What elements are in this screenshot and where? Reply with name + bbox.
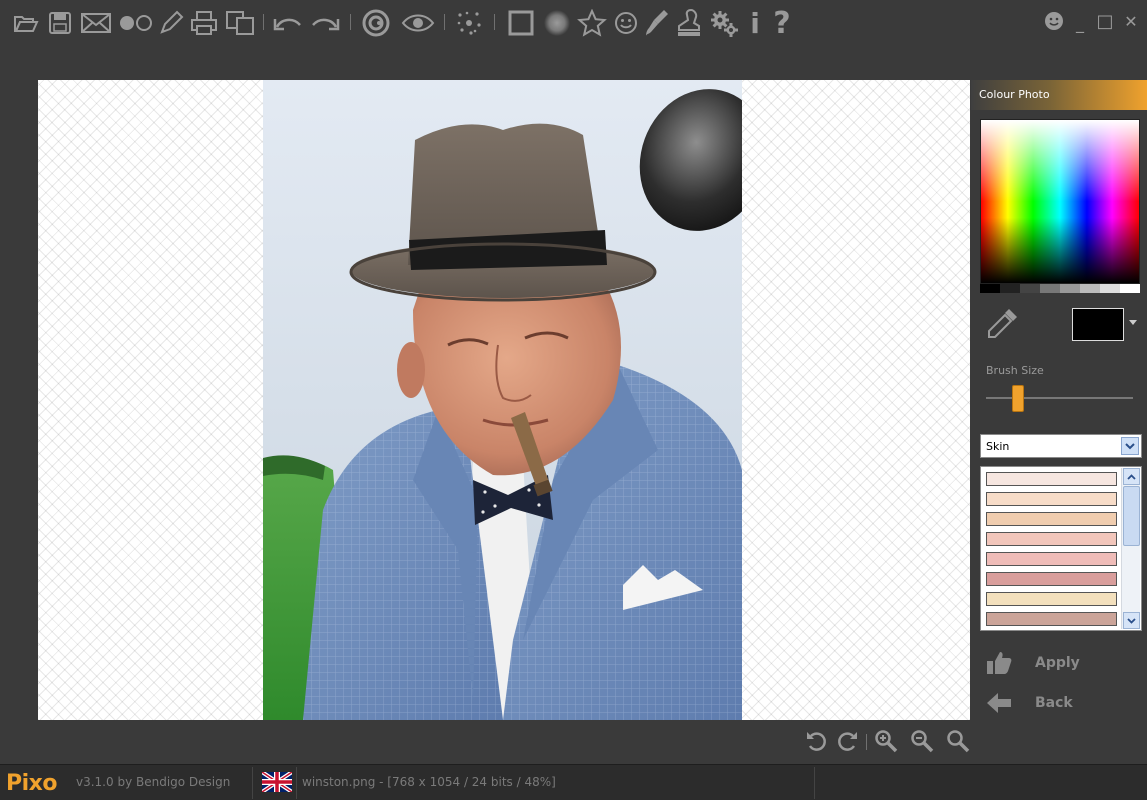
toolbar-separator <box>444 14 445 30</box>
palette-swatch[interactable] <box>986 532 1117 546</box>
panel-title: Colour Photo <box>971 80 1147 110</box>
gray-swatch[interactable] <box>1080 284 1100 293</box>
scroll-down-icon[interactable] <box>1123 612 1140 629</box>
app-logo: Pixo <box>6 771 57 796</box>
palette-swatch[interactable] <box>986 512 1117 526</box>
chevron-down-icon[interactable] <box>1129 320 1137 325</box>
gray-swatch[interactable] <box>1060 284 1080 293</box>
eye-icon[interactable] <box>400 8 436 38</box>
apply-button[interactable]: Apply <box>985 648 1080 678</box>
rotate-left-icon[interactable] <box>804 729 828 753</box>
info-icon[interactable]: i <box>744 7 766 40</box>
zoom-out-icon[interactable] <box>910 729 934 753</box>
spectrum-shade-layer <box>981 120 1139 283</box>
dropper-brush-icon[interactable] <box>643 8 671 38</box>
gray-swatch[interactable] <box>1040 284 1060 293</box>
palette-swatch[interactable] <box>986 592 1117 606</box>
chevron-down-icon[interactable] <box>1121 437 1139 455</box>
palette-swatch[interactable] <box>986 472 1117 486</box>
apply-label: Apply <box>1035 655 1080 671</box>
brush-size-slider-thumb[interactable] <box>1012 385 1025 412</box>
scrollbar-thumb[interactable] <box>1123 486 1140 546</box>
status-separator <box>814 767 815 799</box>
scroll-up-icon[interactable] <box>1123 468 1140 485</box>
back-arrow-icon <box>987 693 1011 713</box>
current-colour-swatch[interactable] <box>1072 308 1124 341</box>
view-controls <box>800 726 980 756</box>
toolbar-separator <box>350 14 351 30</box>
grayscale-bar[interactable] <box>980 284 1140 293</box>
undo-icon[interactable] <box>272 8 304 38</box>
skin-smiley-icon[interactable] <box>1042 9 1066 33</box>
star-icon[interactable] <box>576 8 608 38</box>
spiral-icon[interactable] <box>360 8 392 38</box>
brush-size-slider[interactable] <box>986 397 1133 399</box>
palette-swatch[interactable] <box>986 572 1117 586</box>
back-label: Back <box>1035 695 1073 711</box>
toolbar-separator <box>866 734 867 750</box>
uk-flag-icon[interactable] <box>260 770 294 794</box>
email-icon[interactable] <box>80 8 112 38</box>
circles-icon[interactable] <box>118 8 154 38</box>
gears-icon[interactable] <box>708 8 740 38</box>
close-button[interactable]: ✕ <box>1120 9 1142 33</box>
stamp-icon[interactable] <box>674 8 704 38</box>
toolbar-separator <box>263 14 264 30</box>
status-separator <box>252 767 253 799</box>
blur-icon[interactable] <box>542 8 572 38</box>
sparkle-icon[interactable] <box>454 8 484 38</box>
copy-icon[interactable] <box>224 8 258 38</box>
photo-image[interactable] <box>263 80 742 720</box>
open-icon[interactable] <box>12 8 40 38</box>
save-icon[interactable] <box>46 8 74 38</box>
palette-swatch[interactable] <box>986 552 1117 566</box>
gray-swatch[interactable] <box>1020 284 1040 293</box>
pixo-window: i ? _ □ ✕ Colour Photo Brush Size Skin A… <box>0 0 1147 800</box>
main-toolbar: i ? _ □ ✕ <box>0 0 1147 46</box>
maximize-button[interactable]: □ <box>1094 9 1116 33</box>
palette-swatch[interactable] <box>986 492 1117 506</box>
swatch-list[interactable] <box>980 466 1142 631</box>
help-icon[interactable]: ? <box>768 6 796 41</box>
image-canvas[interactable] <box>38 80 970 720</box>
minimize-button[interactable]: _ <box>1070 9 1090 33</box>
file-info: winston.png - [768 x 1054 / 24 bits / 48… <box>302 775 556 789</box>
palette-select-value: Skin <box>986 440 1010 453</box>
back-button[interactable]: Back <box>985 688 1073 718</box>
brush-size-label: Brush Size <box>986 364 1044 377</box>
status-separator <box>296 767 297 799</box>
toolbar-separator <box>494 14 495 30</box>
print-icon[interactable] <box>189 8 219 38</box>
square-icon[interactable] <box>506 8 536 38</box>
thumbs-up-icon <box>987 652 1012 674</box>
smiley-icon[interactable] <box>612 8 640 38</box>
redo-icon[interactable] <box>309 8 341 38</box>
portrait-illustration <box>263 80 742 720</box>
rotate-right-icon[interactable] <box>836 729 860 753</box>
version-label: v3.1.0 by Bendigo Design <box>76 775 231 789</box>
zoom-fit-icon[interactable] <box>946 729 970 753</box>
colour-spectrum-picker[interactable] <box>980 119 1140 284</box>
eyedropper-icon[interactable] <box>985 305 1021 341</box>
gray-swatch[interactable] <box>980 284 1000 293</box>
colour-photo-panel: Colour Photo Brush Size Skin Apply Back <box>971 80 1147 720</box>
gray-swatch[interactable] <box>1000 284 1020 293</box>
gray-swatch[interactable] <box>1120 284 1140 293</box>
zoom-in-icon[interactable] <box>874 729 898 753</box>
palette-swatch[interactable] <box>986 612 1117 626</box>
palette-select[interactable]: Skin <box>980 434 1142 458</box>
pencil-icon[interactable] <box>157 8 185 38</box>
status-bar: Pixo v3.1.0 by Bendigo Design winston.pn… <box>0 764 1147 800</box>
gray-swatch[interactable] <box>1100 284 1120 293</box>
swatch-list-scrollbar[interactable] <box>1121 468 1140 629</box>
